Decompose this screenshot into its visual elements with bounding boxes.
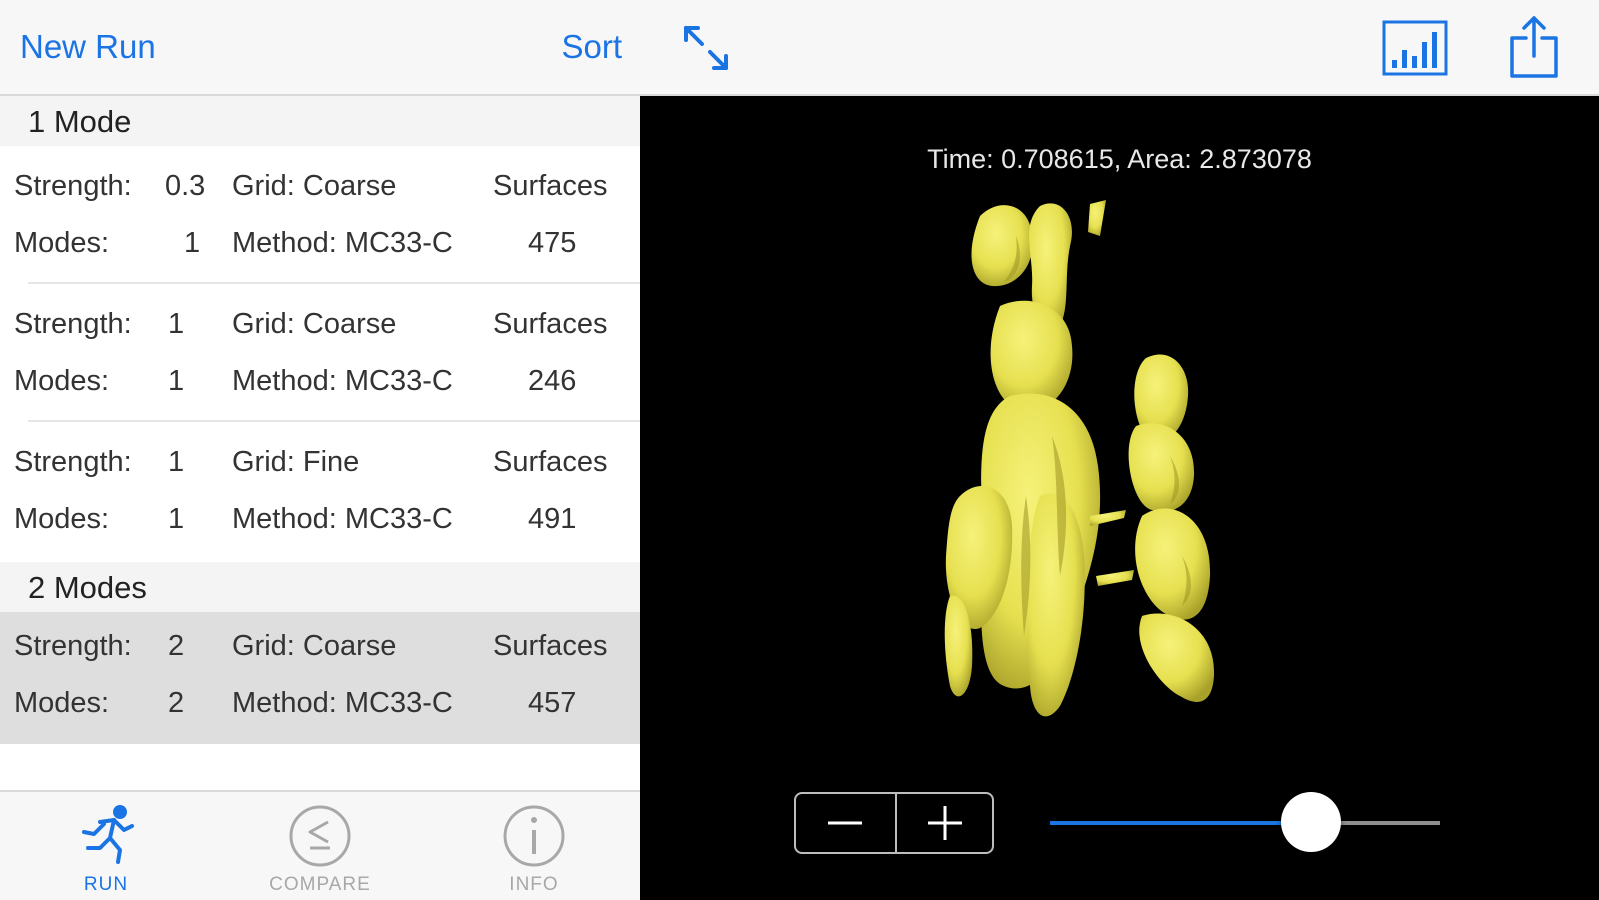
modes-value: 1 (184, 227, 201, 259)
isosurface-render (944, 200, 1215, 717)
grid-value: Grid: Coarse (232, 630, 397, 662)
less-equal-icon (289, 805, 351, 867)
run-row[interactable]: Strength: 0.3 Grid: Coarse Surfaces Mode… (0, 146, 640, 282)
tab-compare-label: COMPARE (269, 874, 371, 895)
modes-label: Modes: (14, 365, 110, 397)
surface-viewer[interactable]: Time: 0.708615, Area: 2.873078 (640, 96, 1599, 900)
runs-nav-bar: New Run Sort (0, 0, 640, 96)
time-area-readout: Time: 0.708615, Area: 2.873078 (927, 144, 1312, 174)
slider-fill (1050, 821, 1312, 825)
modes-label: Modes: (14, 503, 110, 535)
surfaces-label: Surfaces (493, 170, 608, 202)
surfaces-label: Surfaces (493, 630, 608, 662)
slider-thumb[interactable] (1281, 792, 1342, 852)
share-icon[interactable] (1508, 14, 1560, 80)
tab-bar: RUN COMPARE INFO (0, 790, 640, 900)
grid-value: Grid: Coarse (232, 308, 397, 340)
tab-run-label: RUN (83, 874, 129, 895)
modes-value: 2 (168, 687, 185, 719)
method-value: Method: MC33-C (232, 503, 453, 535)
surfaces-count: 491 (528, 503, 577, 535)
modes-label: Modes: (14, 687, 110, 719)
modes-value: 1 (168, 365, 185, 397)
section-title: 2 Modes (28, 570, 147, 605)
runs-panel: New Run Sort 1 Mode Strength: 0.3 Grid: … (0, 0, 640, 900)
method-value: Method: MC33-C (232, 687, 453, 719)
strength-value: 1 (168, 308, 185, 340)
minus-icon (828, 821, 862, 825)
run-row[interactable]: Strength: 1 Grid: Fine Surfaces Modes: 1… (0, 422, 640, 558)
viewer-toolbar (640, 0, 1599, 96)
strength-label: Strength: (14, 170, 132, 202)
surfaces-count: 475 (528, 227, 577, 259)
grid-value: Grid: Fine (232, 446, 360, 478)
runner-icon (82, 805, 134, 864)
plus-icon (928, 806, 962, 840)
tab-info-label: INFO (509, 874, 559, 895)
expand-icon[interactable] (680, 22, 732, 74)
tab-run[interactable]: RUN (36, 792, 176, 900)
decrement-button[interactable] (796, 794, 897, 852)
section-title: 1 Mode (28, 104, 132, 139)
method-value: Method: MC33-C (232, 227, 453, 259)
bar-chart-icon[interactable] (1382, 20, 1448, 76)
modes-label: Modes: (14, 227, 110, 259)
strength-label: Strength: (14, 630, 132, 662)
grid-value: Grid: Coarse (232, 170, 397, 202)
tab-compare[interactable]: COMPARE (250, 792, 390, 900)
increment-button[interactable] (896, 794, 995, 852)
run-row[interactable]: Strength: 1 Grid: Coarse Surfaces Modes:… (0, 284, 640, 420)
strength-value: 1 (168, 446, 185, 478)
sort-button[interactable]: Sort (561, 28, 622, 66)
surfaces-count: 246 (528, 365, 577, 397)
zoom-stepper (794, 792, 994, 854)
new-run-button[interactable]: New Run (20, 28, 156, 66)
tab-info[interactable]: INFO (464, 792, 604, 900)
surfaces-count: 457 (528, 687, 577, 719)
info-icon (503, 805, 565, 867)
strength-label: Strength: (14, 308, 132, 340)
strength-value: 0.3 (165, 170, 206, 202)
method-value: Method: MC33-C (232, 365, 453, 397)
run-row-selected[interactable]: Strength: 2 Grid: Coarse Surfaces Modes:… (0, 612, 640, 744)
section-header-1-mode: 1 Mode (0, 96, 640, 146)
surfaces-label: Surfaces (493, 308, 608, 340)
modes-value: 1 (168, 503, 185, 535)
time-slider[interactable] (1050, 792, 1440, 852)
section-header-2-modes: 2 Modes (0, 562, 640, 612)
surfaces-label: Surfaces (493, 446, 608, 478)
strength-label: Strength: (14, 446, 132, 478)
strength-value: 2 (168, 630, 185, 662)
